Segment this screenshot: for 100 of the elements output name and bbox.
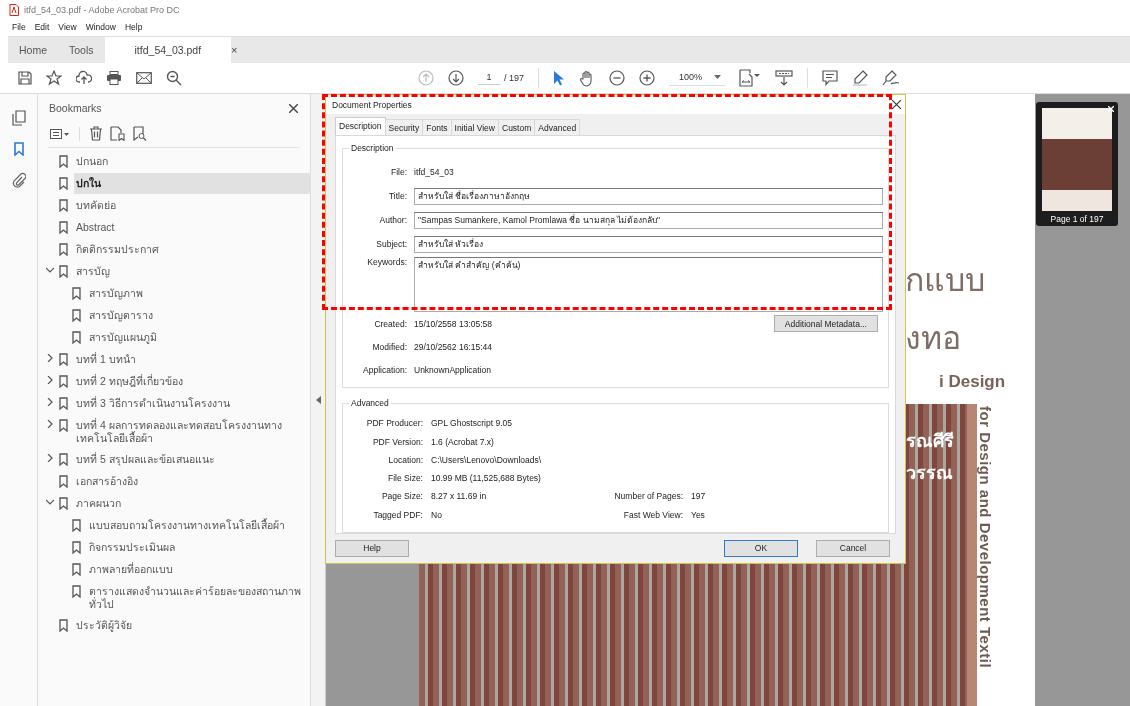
bookmark-item[interactable]: กิจกรรมประเมินผล <box>87 537 312 558</box>
dialog-tab[interactable]: Advanced <box>534 119 581 136</box>
field-value: 10.99 MB (11,525,688 Bytes) <box>431 473 541 484</box>
zoom-in-icon[interactable] <box>639 70 656 86</box>
menu-item[interactable]: Help <box>124 22 143 32</box>
bookmark-item[interactable]: กิตติกรรมประกาศ <box>74 239 312 260</box>
bookmark-item[interactable]: บทที่ 4 ผลการทดลองและทดสอบโครงงานทางเทคโนโลยีเสื้อผ้า <box>74 415 312 449</box>
input-field[interactable]: "Sampas Sumankere, Kamol Promlawa ชื่อ นามสกุล ไม่ต้องกลับ" <box>414 211 883 229</box>
bookmark-item[interactable]: สารบัญภาพ <box>87 283 312 304</box>
search-icon[interactable] <box>166 70 182 86</box>
comment-icon[interactable] <box>822 70 839 86</box>
cancel-button[interactable]: Cancel <box>816 539 890 557</box>
field-label: Author: <box>378 215 408 226</box>
tab[interactable]: Home <box>8 37 58 63</box>
zoom-dropdown[interactable]: 100% <box>669 70 726 86</box>
close-icon[interactable] <box>892 100 901 110</box>
find-bookmark-icon[interactable] <box>132 126 147 141</box>
bookmark-item[interactable]: ภาพลายที่ออกแบบ <box>87 559 312 580</box>
tab-label: Tools <box>69 44 94 56</box>
field-value: 8.27 x 11.69 in <box>431 491 487 502</box>
options-menu-icon[interactable] <box>50 128 70 139</box>
menu-item[interactable]: View <box>58 22 77 32</box>
email-icon[interactable] <box>136 72 152 84</box>
page-text: วรรณ <box>906 462 953 485</box>
sign-pen-icon[interactable] <box>882 70 901 86</box>
print-icon[interactable] <box>106 71 122 85</box>
select-cursor-icon[interactable] <box>553 70 566 86</box>
field-label: Page Size: <box>380 491 424 502</box>
text-area[interactable]: สำหรับใส่ คำสำคัญ (คำค้น) <box>414 257 883 313</box>
bookmark-item[interactable]: ปกใน <box>74 173 312 194</box>
bookmark-icon <box>72 519 81 532</box>
star-icon[interactable] <box>46 70 62 86</box>
help-button[interactable]: Help <box>335 539 409 557</box>
ok-button[interactable]: OK <box>724 539 798 557</box>
field-value: 29/10/2562 16:15:44 <box>414 341 492 352</box>
new-bookmark-icon[interactable] <box>110 126 125 141</box>
pages-icon[interactable] <box>11 110 26 126</box>
bookmark-item[interactable]: บทที่ 3 วิธีการดำเนินงานโครงงาน <box>74 393 312 414</box>
chevron-icon[interactable] <box>46 420 54 428</box>
chevron-icon[interactable] <box>46 498 54 506</box>
field-value: No <box>431 509 442 520</box>
dialog-tab[interactable]: Security <box>384 119 424 136</box>
close-icon[interactable] <box>289 103 298 113</box>
bookmark-icon <box>59 221 68 234</box>
bookmark-icon <box>59 243 68 256</box>
highlighter-icon[interactable] <box>852 70 869 86</box>
page-heading: กแบบ <box>905 260 985 301</box>
chevron-icon[interactable] <box>46 376 54 384</box>
page-number-field[interactable]: 1 <box>478 71 500 85</box>
dialog-tab[interactable]: Description <box>335 117 386 136</box>
bookmark-item[interactable]: บทที่ 2 ทฤษฎีที่เกี่ยวข้อง <box>74 371 312 392</box>
field-value: 197 <box>691 491 706 502</box>
bookmark-item[interactable]: เอกสารอ้างอิง <box>74 471 312 492</box>
chevron-icon[interactable] <box>46 354 54 362</box>
chevron-icon[interactable] <box>46 398 54 406</box>
save-icon[interactable] <box>18 71 32 85</box>
bookmark-item[interactable]: สารบัญตาราง <box>87 305 312 326</box>
bookmark-item[interactable]: บทที่ 1 บทนำ <box>74 349 312 370</box>
bookmark-item[interactable]: ปกนอก <box>74 151 312 172</box>
menu-item[interactable]: File <box>12 22 26 32</box>
additional-metadata-button[interactable]: Additional Metadata... <box>773 315 878 333</box>
input-field[interactable]: สำหรับใส่ หัวเรื่อง <box>414 235 883 253</box>
bookmark-item[interactable]: บทคัดย่อ <box>74 195 312 216</box>
field-label: Keywords: <box>366 257 408 268</box>
bookmark-icon <box>59 397 68 410</box>
bookmark-icon <box>72 585 81 598</box>
bookmark-item[interactable]: สารบัญแผนภูมิ <box>87 327 312 348</box>
chevron-icon[interactable] <box>46 454 54 462</box>
field-value: GPL Ghostscript 9.05 <box>431 418 512 429</box>
next-page-icon[interactable] <box>448 70 464 86</box>
trash-icon[interactable] <box>89 126 103 141</box>
pdf-file-icon <box>9 4 19 16</box>
bookmark-item[interactable]: Abstract <box>74 217 312 238</box>
menu-item[interactable]: Edit <box>34 22 50 32</box>
bookmark-item[interactable]: บทที่ 5 สรุปผลและข้อเสนอแนะ <box>74 449 312 470</box>
page-text: รณศีรี <box>906 430 954 453</box>
input-field[interactable]: สำหรับใส่ ชื่อเรื่องภาษาอังกฤษ <box>414 187 883 205</box>
bookmark-icon <box>59 199 68 212</box>
panel-title: Bookmarks <box>49 102 102 114</box>
paperclip-icon[interactable] <box>11 172 26 188</box>
chevron-icon[interactable] <box>46 266 54 274</box>
field-label: Tagged PDF: <box>372 509 424 520</box>
field-value: 1.6 (Acrobat 7.x) <box>431 436 494 447</box>
bookmark-item[interactable]: แบบสอบถามโครงงานทางเทคโนโลยีเสื้อผ้า <box>87 515 312 536</box>
fit-page-icon[interactable] <box>739 69 762 87</box>
zoom-out-icon[interactable] <box>609 70 626 86</box>
collapse-arrow-icon[interactable] <box>315 396 321 404</box>
bookmark-item[interactable]: สารบัญ <box>74 261 312 282</box>
cloud-upload-icon[interactable] <box>76 70 92 86</box>
field-label: File: <box>389 167 408 178</box>
bookmark-icon[interactable] <box>13 142 24 156</box>
scroll-mode-icon[interactable] <box>775 69 794 87</box>
tab-close[interactable]: × <box>231 44 238 56</box>
tab[interactable]: Tools <box>58 37 105 63</box>
bookmark-icon <box>59 497 68 510</box>
bookmark-item[interactable]: ประวัติผู้วิจัย <box>74 615 312 636</box>
bookmark-icon <box>59 265 68 278</box>
bookmark-item[interactable]: ภาคผนวก <box>74 493 312 514</box>
bookmark-item[interactable]: ตารางแสดงจำนวนและค่าร้อยละของสถานภาพทั่วไป <box>87 581 312 615</box>
menu-item[interactable]: Window <box>85 22 116 32</box>
